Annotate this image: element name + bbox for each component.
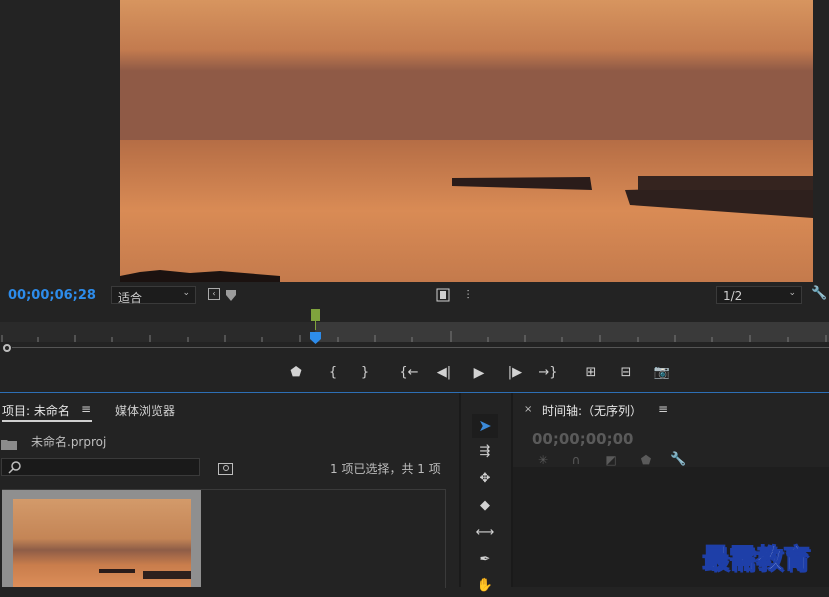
tab-timeline[interactable]: 时间轴:（无序列） xyxy=(542,402,642,419)
active-tab-underline xyxy=(2,420,92,422)
nest-icon[interactable]: ✳ xyxy=(535,452,551,468)
program-monitor-video xyxy=(120,0,813,282)
hand-tool-icon[interactable]: ✋ xyxy=(472,575,498,597)
film-icon[interactable] xyxy=(436,287,450,302)
selection-status: 1 项已选择，共 1 项 xyxy=(330,462,441,476)
search-icon xyxy=(8,461,21,474)
close-icon[interactable]: × xyxy=(524,404,532,415)
mark-out-icon[interactable]: } xyxy=(355,364,375,382)
ripple-edit-tool-icon[interactable]: ✥ xyxy=(472,468,498,490)
chevron-down-icon: ⌄ xyxy=(788,288,796,298)
project-panel: 项目: 未命名 ≡ 媒体浏览器 未命名.prproj 1 项已选择，共 1 项 xyxy=(0,393,458,588)
thumbnail-ship xyxy=(143,571,191,579)
timeline-settings-wrench-icon[interactable]: 🔧 xyxy=(670,452,686,468)
watermark-logo: 最需教育 xyxy=(702,544,811,576)
resolution-dropdown[interactable]: 1/2 ⌄ xyxy=(716,286,802,304)
pen-tool-icon[interactable]: ✒ xyxy=(472,549,498,571)
timeline-timecode[interactable]: 00;00;00;00 xyxy=(532,430,634,448)
tab-project[interactable]: 项目: 未命名 xyxy=(2,402,70,419)
mark-in-icon[interactable]: { xyxy=(323,364,343,382)
track-select-tool-icon[interactable]: ⇶ xyxy=(472,441,498,463)
scroll-track xyxy=(12,347,829,348)
export-frame-icon[interactable]: 📷 xyxy=(652,364,672,382)
thumbnail-boat xyxy=(99,569,135,573)
add-marker-icon[interactable]: ⬟ xyxy=(638,452,654,468)
slip-tool-icon[interactable]: ⟷ xyxy=(472,522,498,544)
step-back-icon[interactable]: ◀| xyxy=(434,364,454,382)
timeline-menu-icon[interactable]: ≡ xyxy=(658,402,668,416)
wrench-icon[interactable]: 🔧 xyxy=(811,286,827,302)
go-to-out-icon[interactable]: →} xyxy=(538,364,558,382)
overwrite-icon[interactable]: ⊟ xyxy=(616,364,636,382)
program-timecode[interactable]: 00;00;06;28 xyxy=(8,288,96,303)
shield-icon[interactable] xyxy=(224,287,238,301)
safe-margin-icon[interactable]: ‹ xyxy=(208,288,220,300)
folder-icon xyxy=(1,435,17,450)
project-menu-icon[interactable]: ≡ xyxy=(81,402,91,416)
audio-waveform-icon[interactable]: ⫶ xyxy=(460,287,476,303)
marker-icon[interactable]: ⬟ xyxy=(286,364,306,382)
clip-thumbnail[interactable] xyxy=(2,490,201,587)
tab-media-browser[interactable]: 媒体浏览器 xyxy=(115,402,175,419)
go-to-in-icon[interactable]: {← xyxy=(399,364,419,382)
play-icon[interactable]: ▶ xyxy=(469,364,489,382)
scroll-handle[interactable] xyxy=(3,344,11,352)
selection-tool-icon[interactable]: ➤ xyxy=(472,415,498,437)
project-file-name: 未命名.prproj xyxy=(31,435,107,449)
razor-tool-icon[interactable]: ◆ xyxy=(472,495,498,517)
fit-dropdown-label: 适合 xyxy=(118,291,143,305)
new-bin-search-icon[interactable] xyxy=(218,460,233,475)
insert-icon[interactable]: ⊞ xyxy=(581,364,601,382)
step-forward-icon[interactable]: |▶ xyxy=(505,364,525,382)
time-ruler[interactable] xyxy=(0,322,829,342)
thumbnail-image xyxy=(13,499,191,587)
chevron-down-icon: ⌄ xyxy=(182,288,190,298)
resolution-label: 1/2 xyxy=(723,289,743,303)
snap-icon[interactable]: ∩ xyxy=(568,452,584,468)
zoom-scrollbar[interactable] xyxy=(0,342,829,354)
playhead[interactable] xyxy=(310,329,321,344)
search-input[interactable] xyxy=(1,458,200,476)
fit-dropdown[interactable]: 适合 ⌄ xyxy=(111,286,196,305)
linked-selection-icon[interactable]: ◩ xyxy=(603,452,619,468)
